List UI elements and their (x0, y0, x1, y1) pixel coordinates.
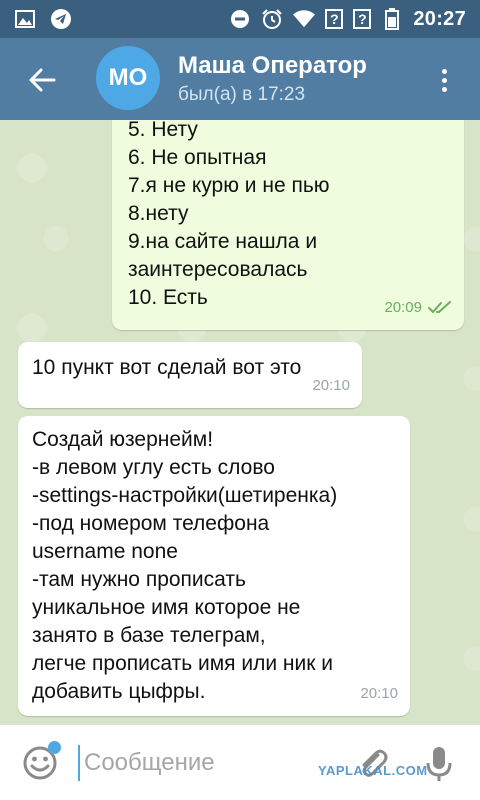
chat-header: МО Маша Оператор был(а) в 17:23 (0, 38, 480, 120)
gallery-notification-icon (14, 8, 36, 30)
message-bubble-outgoing[interactable]: 5. Нету 6. Не опытная 7.я не курю и не п… (112, 120, 464, 330)
more-options-button[interactable] (428, 60, 460, 100)
microphone-icon (426, 747, 452, 781)
message-composer: YAPLAKAL.COM (0, 724, 480, 800)
dot-icon (441, 86, 447, 92)
message-input[interactable] (84, 743, 334, 783)
watermark: YAPLAKAL.COM (318, 763, 428, 778)
do-not-disturb-icon (229, 8, 251, 30)
dot-icon (441, 68, 447, 74)
message-meta: 20:09 (384, 294, 452, 322)
sim2-unknown-icon: ? (353, 9, 372, 29)
message-text: Создай юзернейм! -в левом углу есть слов… (32, 428, 338, 703)
message-time: 20:09 (384, 299, 422, 316)
wifi-icon (293, 8, 316, 30)
message-bubble-incoming[interactable]: 10 пункт вот сделай вот это 20:10 (18, 342, 362, 408)
text-cursor (78, 745, 80, 781)
telegram-notification-icon (50, 8, 72, 30)
message-time: 20:10 (312, 377, 350, 394)
clock: 20:27 (413, 7, 466, 30)
message-bubble-incoming[interactable]: Создай юзернейм! -в левом углу есть слов… (18, 416, 410, 716)
voice-message-button[interactable] (424, 745, 454, 783)
dot-icon (441, 77, 447, 83)
back-button[interactable] (22, 60, 62, 100)
contact-last-seen: был(а) в 17:23 (178, 84, 306, 105)
message-text: 5. Нету 6. Не опытная 7.я не курю и не п… (128, 120, 330, 309)
status-bar: ? ? 20:27 (0, 0, 480, 38)
contact-name[interactable]: Маша Оператор (178, 52, 367, 80)
avatar[interactable]: МО (96, 46, 160, 110)
message-meta: 20:10 (360, 680, 398, 708)
battery-icon (381, 8, 403, 30)
alarm-icon (261, 8, 283, 30)
message-text: 10 пункт вот сделай вот это (32, 356, 302, 379)
double-check-icon (428, 301, 451, 313)
arrow-left-icon (29, 68, 56, 92)
sim1-unknown-icon: ? (325, 9, 344, 29)
message-time: 20:10 (360, 685, 398, 702)
message-meta: 20:10 (312, 372, 350, 400)
message-list[interactable]: 5. Нету 6. Не опытная 7.я не курю и не п… (0, 120, 480, 724)
notification-dot (48, 741, 61, 754)
